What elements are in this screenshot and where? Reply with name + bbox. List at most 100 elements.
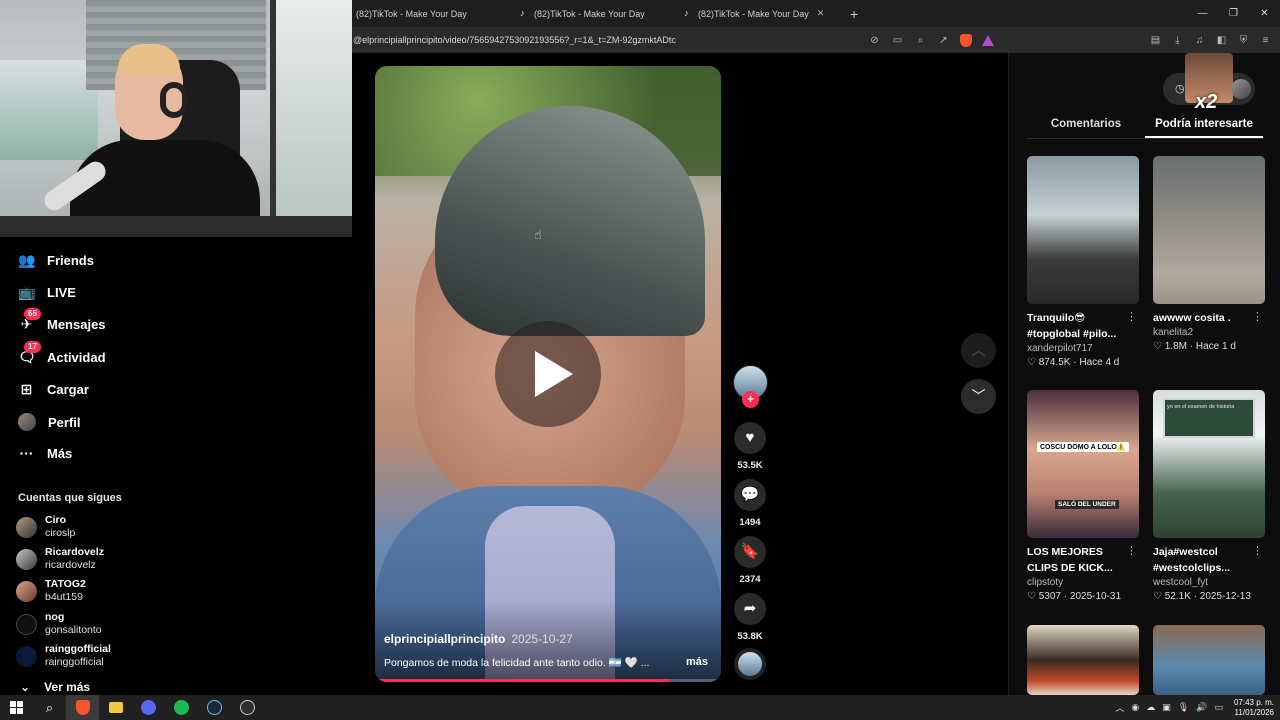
taskbar-brave[interactable] xyxy=(66,695,99,720)
steam-tray-icon[interactable]: ◉ xyxy=(1131,702,1139,713)
address-bar-actions: ⊘ ▭ ⌕ ↗ xyxy=(868,33,994,47)
video-author[interactable]: elprincipiallprincipito 2025-10-27 xyxy=(384,632,573,646)
video-player[interactable]: elprincipiallprincipito 2025-10-27 Pongam… xyxy=(375,66,721,682)
brave-shields-icon[interactable] xyxy=(960,33,972,47)
more-options-icon[interactable]: ⋮ xyxy=(1252,544,1263,557)
microphone-icon[interactable]: 🎙 xyxy=(1178,702,1189,713)
description-more-button[interactable]: más xyxy=(686,656,708,668)
video-thumbnail[interactable]: yo en el examen de historia xyxy=(1153,390,1265,538)
cast-icon[interactable]: ▭ xyxy=(891,35,904,46)
video-thumbnail[interactable] xyxy=(1027,156,1139,304)
sidebar-item-live[interactable]: 📺 LIVE xyxy=(18,284,76,301)
see-more-button[interactable]: ⌄ Ver más xyxy=(20,680,90,694)
search-button[interactable]: ⌕ xyxy=(33,695,66,720)
sidebar-item-more[interactable]: ··· Más xyxy=(18,445,73,462)
volume-icon[interactable]: 🔊 xyxy=(1196,702,1207,713)
video-card-user: westcool_fyt xyxy=(1153,577,1209,588)
meta-separator: · xyxy=(1070,357,1080,368)
start-button[interactable] xyxy=(0,695,33,720)
video-progress-fill xyxy=(375,679,670,682)
video-card[interactable]: yo en el examen de historia Jaja#westcol… xyxy=(1153,390,1265,604)
folder-icon xyxy=(108,702,123,713)
video-card-when: 2025-10-31 xyxy=(1069,591,1122,602)
obs-icon xyxy=(240,700,255,715)
video-card[interactable]: Tranquilo😎 #topglobal #pilo... ⋮ xanderp… xyxy=(1027,156,1139,370)
save-button[interactable]: 🔖 xyxy=(734,536,766,568)
following-account[interactable]: Ricardovelz ricardovelz xyxy=(16,546,104,572)
url-input[interactable]: @elprincipiallprincipito/video/756594275… xyxy=(352,35,862,45)
account-name: TATOG2 xyxy=(45,578,86,590)
video-thumbnail[interactable] xyxy=(1153,625,1265,695)
video-thumbnail[interactable]: COSCU DOMO A LOLO⚠️ SALÓ DEL UNDER xyxy=(1027,390,1139,538)
previous-video-button[interactable]: ︿ xyxy=(961,333,996,368)
play-button[interactable] xyxy=(495,321,601,427)
browser-tab-3[interactable]: ♪ (82)TikTok - Make Your Day ✕ xyxy=(680,0,844,27)
sidebar-item-label: Cargar xyxy=(47,382,89,397)
timer-icon[interactable]: ◷ xyxy=(1175,82,1185,95)
like-button[interactable]: ♥ xyxy=(734,422,766,454)
windows-logo-icon xyxy=(10,701,23,714)
split-view-icon[interactable]: ◧ xyxy=(1215,35,1228,46)
zoom-icon[interactable]: ⌕ xyxy=(914,35,927,46)
browser-tab-title: (82)TikTok - Make Your Day xyxy=(534,8,645,19)
close-window-button[interactable]: ✕ xyxy=(1249,0,1280,27)
video-card[interactable] xyxy=(1027,625,1139,695)
following-account[interactable]: rainggofficial rainggofficial xyxy=(16,643,111,669)
following-account[interactable]: Ciro ciroslp xyxy=(16,514,75,540)
follow-plus-icon[interactable]: + xyxy=(742,391,759,408)
vpn-icon[interactable]: ⛨ xyxy=(1237,35,1250,46)
see-more-label: Ver más xyxy=(44,680,91,694)
following-account[interactable]: nog gonsalitonto xyxy=(16,611,102,637)
video-card-when: 2025-12-13 xyxy=(1199,591,1251,602)
sidebar-toggle-icon[interactable]: ▤ xyxy=(1149,35,1162,46)
comment-button[interactable]: 💬 xyxy=(734,479,766,511)
taskbar-steam[interactable] xyxy=(198,695,231,720)
taskbar-discord[interactable] xyxy=(132,695,165,720)
more-options-icon[interactable]: ⋮ xyxy=(1252,310,1263,323)
video-card[interactable]: COSCU DOMO A LOLO⚠️ SALÓ DEL UNDER LOS M… xyxy=(1027,390,1139,604)
avatar[interactable] xyxy=(1231,79,1251,99)
minimize-button[interactable]: — xyxy=(1187,0,1218,27)
app-tray-icon[interactable]: ▣ xyxy=(1162,702,1171,713)
tracking-icon[interactable]: ⊘ xyxy=(868,35,881,46)
taskbar-obs[interactable] xyxy=(231,695,264,720)
chevron-up-icon[interactable]: ︿ xyxy=(1115,701,1124,714)
video-progress-bar[interactable] xyxy=(375,679,721,682)
browser-tab-2[interactable]: ♪ (82)TikTok - Make Your Day xyxy=(516,0,680,27)
more-options-icon[interactable]: ⋮ xyxy=(1126,310,1137,323)
browser-tab-1[interactable]: (82)TikTok - Make Your Day xyxy=(352,0,516,27)
following-account[interactable]: TATOG2 b4ut159 xyxy=(16,578,86,604)
sidebar-item-friends[interactable]: 👥 Friends xyxy=(18,252,94,269)
download-icon[interactable]: ⤓ xyxy=(1171,35,1184,46)
panel-tabs: Comentarios Podría interesarte xyxy=(1027,113,1263,139)
sidebar-item-profile[interactable]: Perfil xyxy=(18,413,81,431)
taskbar-spotify[interactable] xyxy=(165,695,198,720)
sidebar-item-messages[interactable]: ✈ 65 Mensajes xyxy=(18,308,106,333)
sidebar-item-upload[interactable]: ⊞ Cargar xyxy=(18,381,89,398)
activity-icon: 🗨 17 xyxy=(18,341,41,366)
menu-icon[interactable]: ≡ xyxy=(1259,35,1272,46)
network-icon[interactable]: ▭ xyxy=(1214,702,1223,713)
more-options-icon[interactable]: ⋮ xyxy=(1126,544,1137,557)
new-tab-button[interactable]: + xyxy=(850,6,858,22)
next-video-button[interactable]: ﹀ xyxy=(961,379,996,414)
taskbar-explorer[interactable] xyxy=(99,695,132,720)
video-thumbnail[interactable] xyxy=(1027,625,1139,695)
account-name: Ciro xyxy=(45,514,66,526)
tab-recommended[interactable]: Podría interesarte xyxy=(1145,113,1263,138)
share-button[interactable]: ➦ xyxy=(734,593,766,625)
close-tab-icon[interactable]: ✕ xyxy=(817,8,825,19)
save-count: 2374 xyxy=(739,574,761,585)
brave-rewards-icon[interactable] xyxy=(982,34,994,46)
tab-comments[interactable]: Comentarios xyxy=(1027,113,1145,138)
music-disc-icon[interactable] xyxy=(734,648,766,680)
cloud-icon[interactable]: ☁ xyxy=(1146,702,1155,713)
share-icon[interactable]: ↗ xyxy=(937,35,950,46)
video-thumbnail[interactable] xyxy=(1153,156,1265,304)
sidebar-item-activity[interactable]: 🗨 17 Actividad xyxy=(18,341,106,366)
media-icon[interactable]: ♫ xyxy=(1193,35,1206,46)
video-card[interactable]: awwww cosita . ⋮ kanelita2 ♡ 1.8M · Hace… xyxy=(1153,156,1265,354)
video-card[interactable] xyxy=(1153,625,1265,695)
taskbar-clock[interactable]: 07:43 p. m. 11/01/2026 xyxy=(1234,698,1274,718)
restore-button[interactable]: ❐ xyxy=(1218,0,1249,27)
